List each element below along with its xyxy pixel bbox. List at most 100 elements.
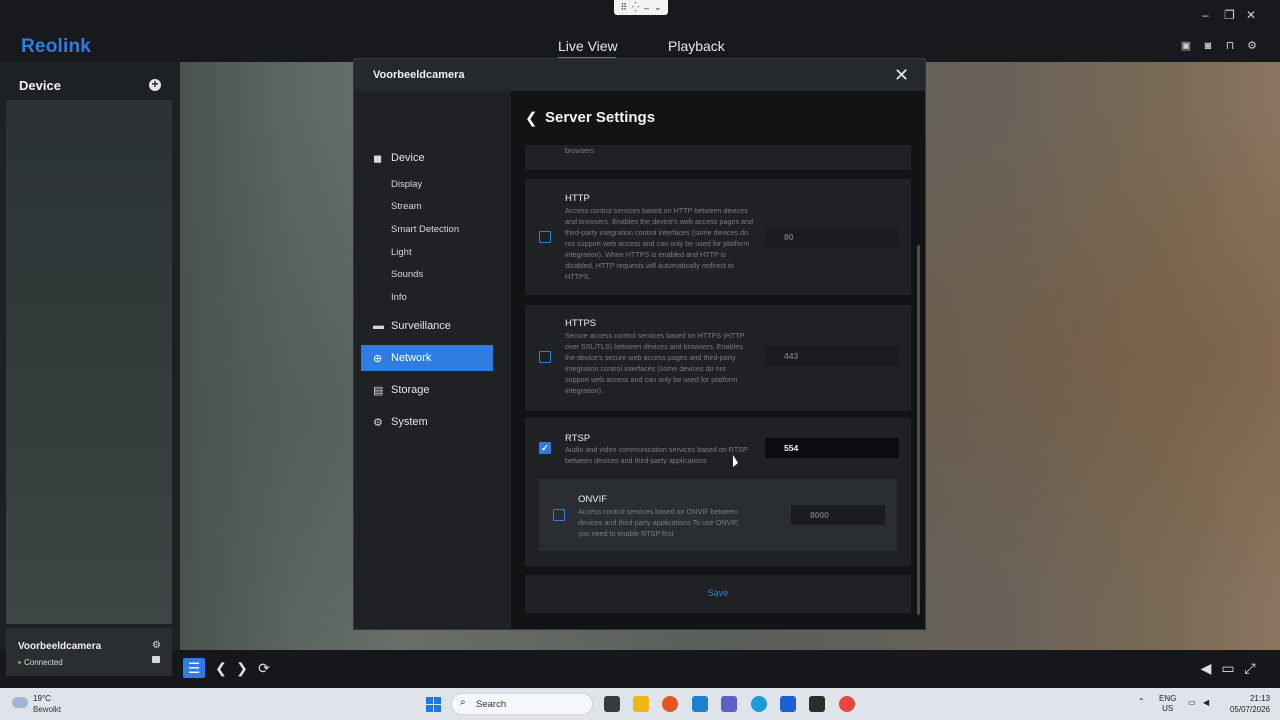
tab-playback[interactable]: Playback <box>668 38 725 54</box>
sidebar-item-storage[interactable]: ▤ Storage <box>373 384 430 397</box>
device-status: Connected <box>24 658 63 667</box>
close-icon[interactable]: ✕ <box>894 65 909 86</box>
onvif-description: Access control services based on ONVIF b… <box>578 507 739 538</box>
sidebar-item-info[interactable]: Info <box>391 292 407 303</box>
add-device-button[interactable]: + <box>149 78 161 91</box>
minus-icon[interactable]: – <box>644 3 649 13</box>
sidebar-item-network[interactable]: ⊕ Network <box>373 352 431 365</box>
settings-sidebar: ◼ Device Display Stream Smart Detection … <box>354 91 511 629</box>
gear-icon[interactable]: ⚙ <box>1246 40 1258 52</box>
rtsp-checkbox[interactable]: ✓ <box>539 442 551 454</box>
http-setting-block: HTTP Access control services based on HT… <box>525 179 911 295</box>
sidebar-item-display[interactable]: Display <box>391 179 422 190</box>
screen-icon[interactable]: ▭ <box>1217 658 1239 678</box>
network-icon[interactable]: ▭ <box>1188 698 1196 707</box>
https-title: HTTPS <box>565 318 597 329</box>
windows-start-icon[interactable] <box>426 697 441 712</box>
task-view-icon[interactable] <box>604 696 620 712</box>
https-checkbox[interactable] <box>539 351 551 363</box>
sidebar-item-system[interactable]: ⚙ System <box>373 416 428 429</box>
device-list <box>6 100 172 624</box>
file-explorer-icon[interactable] <box>633 696 649 712</box>
modal-header: Voorbeeldcamera ✕ <box>354 59 925 91</box>
list-view-icon[interactable]: ☰ <box>183 658 205 678</box>
device-card[interactable]: Voorbeeldcamera Connected ⚙ <box>6 628 172 676</box>
clock-time: 21:13 <box>1249 694 1270 703</box>
app-icon[interactable] <box>751 696 767 712</box>
teams-icon[interactable] <box>721 696 737 712</box>
settings-scroll-area[interactable]: browsers HTTP Access control services ba… <box>525 145 911 621</box>
top-toolbar: ▣ ◙ ⊓ ⚙ <box>1180 40 1258 52</box>
sidebar-item-light[interactable]: Light <box>391 247 412 258</box>
http-description: Access control services based on HTTP be… <box>565 206 753 281</box>
reolink-app-icon[interactable] <box>780 696 796 712</box>
chevron-down-icon[interactable]: ⌄ <box>654 2 662 13</box>
chevron-left-icon[interactable]: ❮ <box>210 658 232 678</box>
tab-live-view[interactable]: Live View <box>558 38 618 54</box>
cloud-icon[interactable] <box>12 697 28 708</box>
volume-icon[interactable]: ◀ <box>1203 698 1209 707</box>
chat-icon[interactable]: ▣ <box>1180 40 1192 52</box>
volume-icon[interactable]: ◀ <box>1195 658 1217 678</box>
device-panel-title: Device <box>19 78 61 93</box>
globe-icon: ⊕ <box>373 353 383 365</box>
https-port-input[interactable]: 443 <box>765 346 899 366</box>
minimize-button[interactable]: – <box>1202 8 1209 22</box>
chevron-right-icon[interactable]: ❯ <box>231 658 253 678</box>
save-bar: Save <box>525 575 911 613</box>
onvif-port-input[interactable]: 8000 <box>791 505 885 525</box>
video-control-bar: ☰ ❮ ❯ ⟳ ◀ ▭ ⤢ <box>180 650 1280 688</box>
sidebar-item-sounds[interactable]: Sounds <box>391 269 423 280</box>
taskbar-search[interactable]: ⌕ Search <box>451 693 593 715</box>
rtsp-description: Audio and video communication services b… <box>565 445 748 465</box>
firefox-icon[interactable] <box>662 696 678 712</box>
search-label: Search <box>476 699 507 710</box>
vscode-icon[interactable] <box>692 696 708 712</box>
modal-title: Voorbeeldcamera <box>373 69 465 81</box>
camera-icon[interactable] <box>152 656 160 663</box>
onvif-setting-block: ONVIF Access control services based on O… <box>539 479 897 551</box>
sidebar-item-smart-detection[interactable]: Smart Detection <box>391 224 459 235</box>
rtsp-setting-block: ✓ RTSP Audio and video communication ser… <box>525 418 911 566</box>
scrollbar[interactable] <box>917 245 920 615</box>
onvif-title: ONVIF <box>578 494 608 505</box>
rtsp-port-input[interactable]: 554 <box>765 438 899 458</box>
mouse-cursor-icon <box>733 455 738 467</box>
refresh-icon[interactable]: ⟳ <box>253 658 275 678</box>
settings-content: ❮ Server Settings browsers HTTP Access c… <box>511 91 925 629</box>
system-clock[interactable]: 21:13 05/07/2026 <box>1224 693 1270 715</box>
close-window-button[interactable]: ✕ <box>1246 8 1256 22</box>
https-setting-block: HTTPS Secure access control services bas… <box>525 305 911 411</box>
save-button[interactable]: Save <box>525 588 911 598</box>
fullscreen-icon[interactable]: ⤢ <box>1239 658 1261 678</box>
http-port-input[interactable]: 80 <box>765 227 899 247</box>
back-arrow-icon[interactable]: ❮ <box>525 109 538 127</box>
http-title: HTTP <box>565 193 590 204</box>
windows-taskbar: 19°C Bewolkt ⌕ Search ⌃ ENG US ▭ ◀ 21:13… <box>0 688 1280 720</box>
chrome-icon[interactable] <box>839 696 855 712</box>
weather-temperature[interactable]: 19°C <box>33 694 51 703</box>
top-bar: Reolink Live View Playback ⠿ ⁛ – ⌄ – ❐ ✕… <box>0 0 1280 62</box>
sidebar-item-surveillance[interactable]: ▬ Surveillance <box>373 320 451 332</box>
restore-button[interactable]: ❐ <box>1224 8 1235 22</box>
terminal-icon[interactable] <box>809 696 825 712</box>
search-icon: ⌕ <box>460 697 466 708</box>
weather-description[interactable]: Bewolkt <box>33 705 61 714</box>
lock-icon[interactable]: ⊓ <box>1224 40 1236 52</box>
layout-icon[interactable]: ⁛ <box>632 2 639 13</box>
https-description: Secure access control services based on … <box>565 331 745 395</box>
snap-layout-control[interactable]: ⠿ ⁛ – ⌄ <box>614 0 668 15</box>
onvif-checkbox[interactable] <box>553 509 565 521</box>
tray-chevron-up-icon[interactable]: ⌃ <box>1138 697 1145 706</box>
storage-icon: ▤ <box>373 385 384 397</box>
http-checkbox[interactable] <box>539 231 551 243</box>
camera-icon: ◼ <box>373 153 383 165</box>
reolink-logo: Reolink <box>21 36 92 57</box>
sidebar-item-device[interactable]: ◼ Device <box>373 152 425 165</box>
device-settings-gear-icon[interactable]: ⚙ <box>152 640 161 651</box>
language-indicator[interactable]: ENG US <box>1159 694 1176 714</box>
grid-icon[interactable]: ⠿ <box>620 2 627 13</box>
message-icon[interactable]: ◙ <box>1202 40 1214 52</box>
device-name: Voorbeeldcamera <box>18 641 102 652</box>
sidebar-item-stream[interactable]: Stream <box>391 201 422 212</box>
